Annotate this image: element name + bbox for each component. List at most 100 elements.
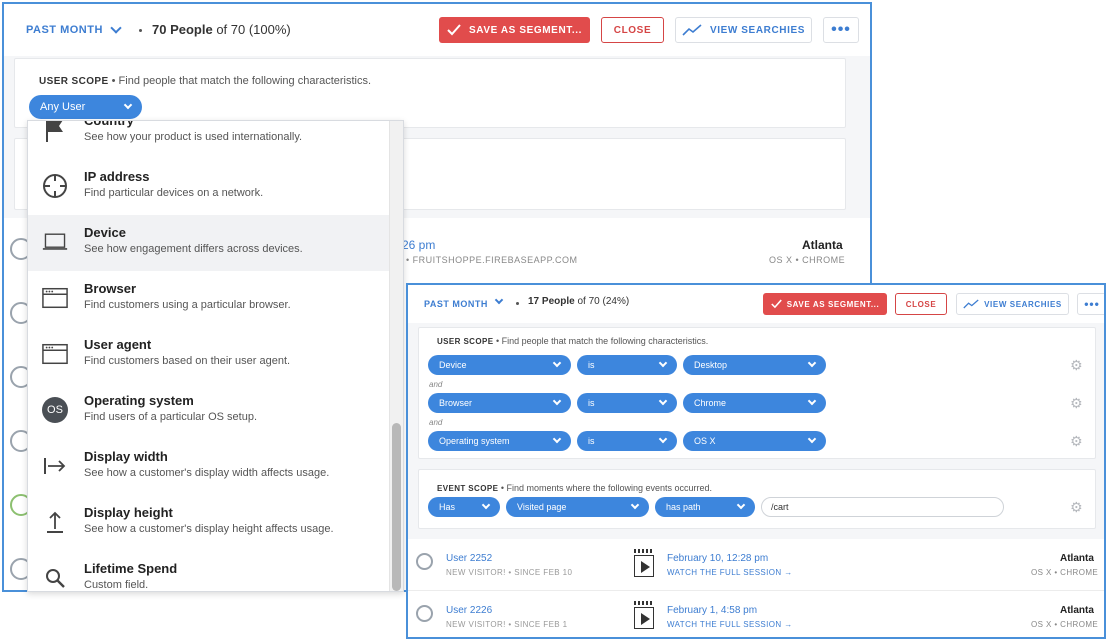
- save-label: SAVE AS SEGMENT...: [786, 299, 880, 309]
- film-strip: [634, 549, 654, 553]
- inset-window: PAST MONTH 17 People of 70 (24%) SAVE AS…: [406, 283, 1106, 639]
- dropdown-item-ip-address[interactable]: IP address Find particular devices on a …: [28, 159, 390, 215]
- and-connector: and: [429, 380, 443, 389]
- chevron-down-icon: [658, 434, 668, 444]
- separator-dot: [516, 302, 519, 305]
- more-options-button[interactable]: •••: [823, 17, 859, 43]
- dropdown-item-operating-system[interactable]: OS Operating system Find users of a part…: [28, 383, 390, 439]
- user-scope-card: USER SCOPE • Find people that match the …: [418, 327, 1096, 459]
- event-path-input[interactable]: /cart: [761, 497, 1004, 517]
- dropdown-item-device[interactable]: Device See how engagement differs across…: [28, 215, 390, 271]
- avatar[interactable]: [416, 553, 433, 570]
- rule-value-label: Desktop: [694, 360, 728, 370]
- dropdown-item-title: Display width: [84, 449, 168, 464]
- rule-field-dropdown[interactable]: Device: [428, 355, 571, 375]
- browser-window-icon: [42, 341, 68, 367]
- user-scope-desc: • Find people that match the following c…: [493, 336, 709, 346]
- dropdown-item-title: Device: [84, 225, 126, 240]
- dropdown-item-desc: See how engagement differs across device…: [84, 243, 303, 255]
- rule-value-dropdown[interactable]: Chrome: [683, 393, 826, 413]
- dropdown-item-user-agent[interactable]: User agent Find customers based on their…: [28, 327, 390, 383]
- event-type-label: Visited page: [517, 502, 567, 512]
- user-city: Atlanta: [1060, 553, 1094, 564]
- view-searches-button[interactable]: VIEW SEARCHIES: [956, 293, 1069, 315]
- chevron-down-icon[interactable]: [110, 22, 122, 34]
- gear-icon[interactable]: ⚙: [1070, 396, 1083, 410]
- table-row[interactable]: User 2252 NEW VISITOR! • SINCE FEB 10 Fe…: [408, 539, 1104, 591]
- dropdown-item-title: Browser: [84, 281, 137, 296]
- user-subtitle: NEW VISITOR! • SINCE FEB 10: [446, 568, 573, 577]
- rule-field-label: Browser: [439, 398, 473, 408]
- laptop-icon: [42, 229, 68, 255]
- event-type-dropdown[interactable]: Visited page: [506, 497, 649, 517]
- session-date-link[interactable]: February 10, 12:28 pm: [667, 553, 768, 564]
- rule-operator-label: is: [588, 398, 595, 408]
- gear-icon[interactable]: ⚙: [1070, 358, 1083, 372]
- dropdown-item-title: IP address: [84, 169, 150, 184]
- event-operator-label: has path: [666, 502, 701, 512]
- dropdown-item-browser[interactable]: Browser Find customers using a particula…: [28, 271, 390, 327]
- gear-icon[interactable]: ⚙: [1070, 500, 1083, 514]
- play-icon[interactable]: [634, 607, 654, 629]
- arrow-right-bar-icon: [42, 453, 68, 479]
- session-time-link[interactable]: 26 pm: [402, 238, 435, 252]
- dropdown-scrollbar-thumb[interactable]: [392, 423, 401, 591]
- view-searches-label: VIEW SEARCHIES: [709, 24, 806, 36]
- user-scope-card: USER SCOPE • Find people that match the …: [14, 58, 846, 128]
- user-name-link[interactable]: User 2226: [446, 605, 492, 616]
- save-segment-button[interactable]: SAVE AS SEGMENT...: [439, 17, 590, 43]
- rule-field-dropdown[interactable]: Operating system: [428, 431, 571, 451]
- dropdown-item-display-width[interactable]: Display width See how a customer's displ…: [28, 439, 390, 495]
- main-top-bar: PAST MONTH 70 People of 70 (100%) SAVE A…: [4, 4, 870, 56]
- play-icon[interactable]: [634, 555, 654, 577]
- rule-value-dropdown[interactable]: OS X: [683, 431, 826, 451]
- event-operator-dropdown[interactable]: has path: [655, 497, 755, 517]
- any-user-label: Any User: [40, 101, 86, 113]
- dropdown-item-country[interactable]: Country See how your product is used int…: [28, 120, 390, 159]
- watch-session-link[interactable]: WATCH THE FULL SESSION →: [667, 620, 793, 629]
- rule-operator-dropdown[interactable]: is: [577, 393, 677, 413]
- os-icon: OS: [42, 397, 68, 423]
- rule-operator-dropdown[interactable]: is: [577, 431, 677, 451]
- chevron-down-icon: [807, 434, 817, 444]
- save-segment-button[interactable]: SAVE AS SEGMENT...: [763, 293, 887, 315]
- user-scope-heading: USER SCOPE • Find people that match the …: [39, 71, 371, 89]
- people-count: 17 People of 70 (24%): [528, 296, 630, 307]
- period-selector[interactable]: PAST MONTH: [424, 299, 488, 309]
- dropdown-item-display-height[interactable]: Display height See how a customer's disp…: [28, 495, 390, 551]
- any-user-dropdown[interactable]: Any User: [29, 95, 142, 119]
- user-subtitle: NEW VISITOR! • SINCE FEB 1: [446, 620, 568, 629]
- session-date-link[interactable]: February 1, 4:58 pm: [667, 605, 757, 616]
- search-icon: [42, 565, 68, 591]
- event-scope-heading: EVENT SCOPE • Find moments where the fol…: [437, 478, 712, 496]
- inset-top-bar: PAST MONTH 17 People of 70 (24%) SAVE AS…: [408, 285, 1104, 323]
- user-name-link[interactable]: User 2252: [446, 553, 492, 564]
- chevron-down-icon[interactable]: [494, 295, 504, 305]
- crosshair-icon: [42, 173, 68, 199]
- dropdown-item-lifetime-spend[interactable]: Lifetime Spend Custom field.: [28, 551, 390, 591]
- rule-field-label: Operating system: [439, 436, 510, 446]
- dropdown-item-title: Country: [84, 120, 134, 128]
- gear-icon[interactable]: ⚙: [1070, 434, 1083, 448]
- view-searches-button[interactable]: VIEW SEARCHIES: [675, 17, 812, 43]
- rule-value-label: OS X: [694, 436, 716, 446]
- more-options-button[interactable]: •••: [1077, 293, 1104, 315]
- and-connector: and: [429, 418, 443, 427]
- rule-operator-dropdown[interactable]: is: [577, 355, 677, 375]
- event-scope-label: EVENT SCOPE: [437, 484, 499, 493]
- period-selector[interactable]: PAST MONTH: [26, 24, 103, 36]
- event-has-dropdown[interactable]: Has: [428, 497, 500, 517]
- avatar[interactable]: [416, 605, 433, 622]
- event-scope-desc: • Find moments where the following event…: [498, 483, 713, 493]
- watch-session-link[interactable]: WATCH THE FULL SESSION →: [667, 568, 793, 577]
- user-os-browser: OS X • CHROME: [1031, 568, 1099, 577]
- rule-value-dropdown[interactable]: Desktop: [683, 355, 826, 375]
- close-button[interactable]: CLOSE: [895, 293, 947, 315]
- chevron-down-icon: [552, 358, 562, 368]
- rule-field-dropdown[interactable]: Browser: [428, 393, 571, 413]
- close-button[interactable]: CLOSE: [601, 17, 664, 43]
- check-icon: [770, 299, 782, 309]
- dropdown-item-desc: See how a customer's display width affec…: [84, 467, 330, 479]
- user-scope-heading: USER SCOPE • Find people that match the …: [437, 336, 708, 346]
- table-row[interactable]: User 2226 NEW VISITOR! • SINCE FEB 1 Feb…: [408, 591, 1104, 637]
